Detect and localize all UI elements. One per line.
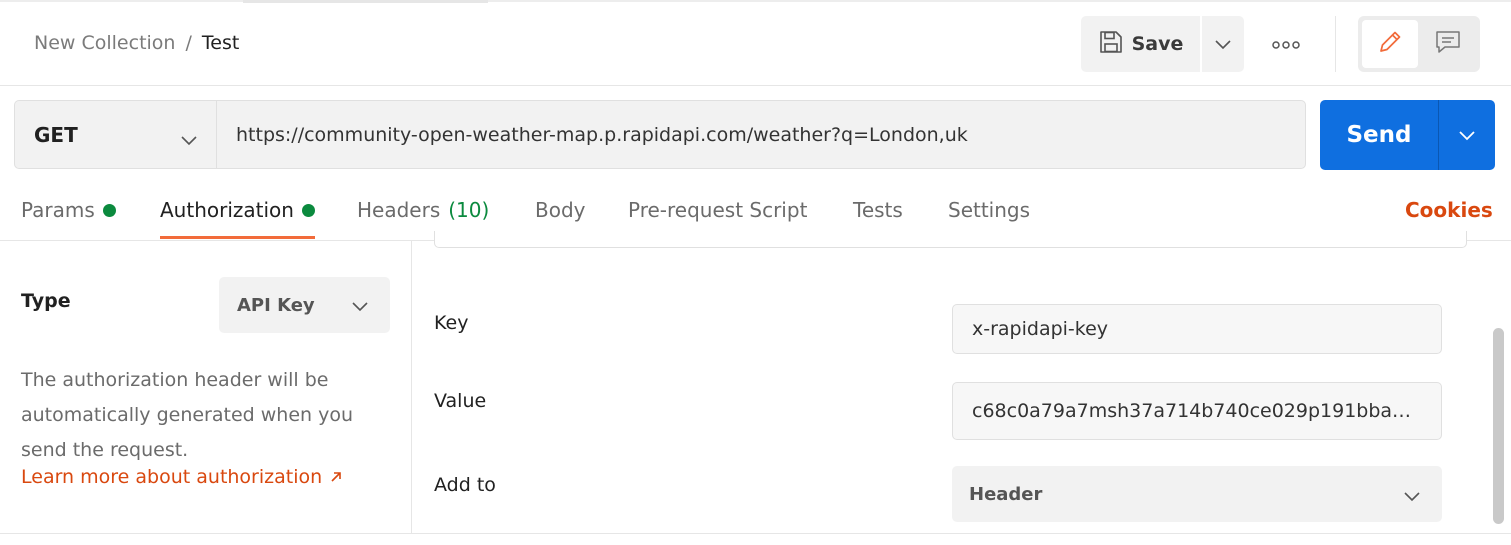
tab-authorization[interactable]: Authorization [160, 198, 315, 222]
tab-headers[interactable]: Headers (10) [357, 198, 489, 222]
header-divider [1335, 16, 1336, 72]
tab-label: Headers [357, 198, 441, 222]
save-button[interactable]: Save [1081, 16, 1200, 72]
send-group: Send [1320, 100, 1495, 170]
scrolled-info-box [434, 231, 1467, 248]
edit-mode-button[interactable] [1362, 20, 1418, 68]
auth-description: The authorization header will be automat… [21, 369, 354, 461]
tab-settings[interactable]: Settings [948, 198, 1030, 222]
status-dot-icon [301, 203, 315, 217]
auth-type-label: Type [21, 290, 71, 312]
auth-type-select[interactable]: API Key [219, 277, 390, 333]
tab-label: Pre-request Script [628, 198, 808, 222]
value-label: Value [434, 390, 487, 412]
send-button[interactable]: Send [1320, 100, 1438, 170]
save-group: Save [1081, 16, 1244, 72]
key-label: Key [434, 312, 469, 334]
tab-params[interactable]: Params [21, 198, 116, 222]
auth-type-value: API Key [237, 294, 315, 316]
value-input[interactable]: c68c0a79a7msh37a714b740ce029p191bba… [952, 382, 1442, 440]
save-options-button[interactable] [1202, 16, 1244, 72]
key-value: x-rapidapi-key [972, 318, 1109, 340]
learn-more-label: Learn more about authorization [21, 466, 323, 488]
url-value: https://community-open-weather-map.p.rap… [236, 123, 968, 146]
http-method-select[interactable]: GET [14, 100, 217, 169]
breadcrumb-collection[interactable]: New Collection [34, 32, 175, 54]
status-dot-icon [102, 203, 116, 217]
send-options-button[interactable] [1439, 100, 1495, 170]
add-to-select[interactable]: Header [952, 466, 1442, 522]
url-input[interactable]: https://community-open-weather-map.p.rap… [216, 100, 1306, 169]
chevron-down-icon [1215, 35, 1231, 54]
more-horizontal-icon [1272, 35, 1300, 54]
tab-tests[interactable]: Tests [853, 198, 903, 222]
cookies-link[interactable]: Cookies [1405, 198, 1493, 222]
add-to-label: Add to [434, 474, 496, 496]
value-value: c68c0a79a7msh37a714b740ce029p191bba… [972, 400, 1412, 422]
learn-more-authorization-link[interactable]: Learn more about authorization [21, 466, 342, 488]
comment-icon [1434, 28, 1462, 60]
add-to-value: Header [969, 483, 1043, 505]
chevron-down-icon [1459, 126, 1475, 145]
save-label: Save [1131, 33, 1184, 55]
tab-label: Body [535, 198, 586, 222]
breadcrumb: New Collection / Test [34, 32, 239, 54]
tab-label: Authorization [160, 198, 294, 222]
tab-label: Tests [853, 198, 903, 222]
breadcrumb-separator: / [185, 32, 192, 54]
auth-type-panel: Type API Key The authorization header wi… [0, 241, 412, 533]
chevron-down-icon [1404, 486, 1420, 507]
headers-count: (10) [448, 198, 490, 222]
view-mode-toggle [1358, 16, 1480, 72]
request-header: New Collection / Test Save [0, 2, 1511, 86]
bottom-border [0, 533, 1511, 534]
key-input[interactable]: x-rapidapi-key [952, 304, 1442, 354]
tab-label: Params [21, 198, 95, 222]
auth-details-panel: Key x-rapidapi-key Value c68c0a79a7msh37… [413, 231, 1511, 533]
vertical-scrollbar[interactable] [1493, 328, 1504, 524]
comments-mode-button[interactable] [1420, 20, 1476, 68]
more-actions-button[interactable] [1264, 28, 1308, 60]
http-method-value: GET [34, 122, 78, 147]
chevron-down-icon [181, 127, 197, 151]
breadcrumb-request-name[interactable]: Test [202, 32, 239, 54]
tab-body[interactable]: Body [535, 198, 586, 222]
save-icon [1098, 29, 1124, 60]
active-tab-underline [160, 236, 315, 239]
chevron-down-icon [352, 296, 368, 317]
pencil-icon [1376, 28, 1404, 60]
external-link-arrow-icon [330, 466, 342, 488]
tab-label: Settings [948, 198, 1031, 222]
tab-pre-request-script[interactable]: Pre-request Script [628, 198, 807, 222]
